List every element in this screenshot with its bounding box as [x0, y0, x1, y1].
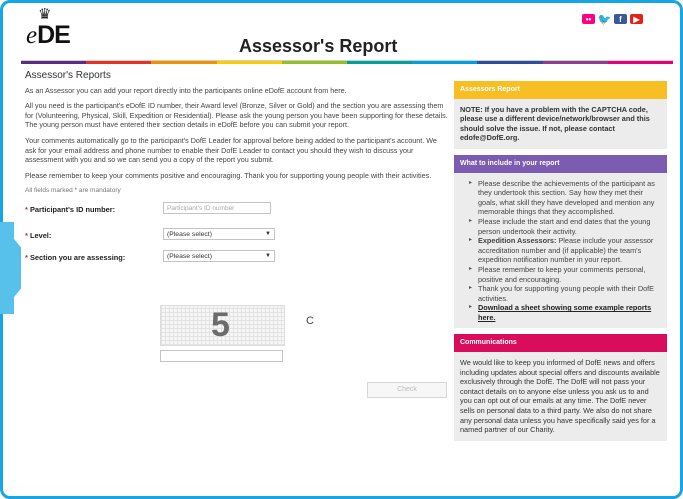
chevron-down-icon: ▼: [265, 230, 271, 237]
include-list: Please describe the achievements of the …: [460, 179, 661, 323]
color-stripe-segment: [216, 61, 282, 64]
color-stripe-segment: [347, 61, 413, 64]
logo-de: DE: [37, 21, 71, 49]
communications-text: We would like to keep you informed of Do…: [454, 352, 667, 441]
section-select[interactable]: (Please select) ▼: [163, 249, 275, 262]
required-star: *: [25, 252, 28, 262]
section-heading: Assessor's Reports: [25, 70, 111, 81]
flickr-icon[interactable]: ••: [582, 14, 595, 24]
list-item: Expedition Assessors: Please include you…: [469, 236, 661, 265]
facebook-icon[interactable]: f: [614, 14, 627, 24]
level-label: * Level:: [25, 231, 51, 241]
chevron-down-icon: ▼: [265, 252, 271, 259]
main-content: Assessor's Reports As an Assessor you ca…: [25, 71, 449, 272]
intro-paragraph-4: Please remember to keep your comments po…: [25, 170, 432, 180]
color-stripe-segment: [607, 61, 673, 64]
level-select[interactable]: (Please select) ▼: [163, 227, 275, 240]
participant-id-label-text: Participant's ID number:: [29, 204, 116, 214]
captcha-digit: 5: [211, 306, 230, 344]
color-stripe-segment: [86, 61, 152, 64]
edofe-logo[interactable]: eDE: [26, 21, 71, 50]
color-stripe: [21, 61, 673, 64]
form-row-level: * Level: (Please select) ▼: [25, 227, 449, 250]
level-select-value: (Please select): [167, 230, 212, 238]
social-links: •• 🐦 f ▶: [582, 14, 643, 26]
what-to-include-panel: Please describe the achievements of the …: [454, 172, 667, 329]
mandatory-prefix: All fields marked: [25, 187, 73, 195]
level-label-text: Level:: [29, 230, 52, 240]
section-select-value: (Please select): [167, 252, 212, 260]
color-stripe-segment: [542, 61, 608, 64]
download-example-link[interactable]: Download a sheet showing some example re…: [478, 303, 651, 322]
color-stripe-segment: [412, 61, 478, 64]
mandatory-note: All fields marked * are mandatory: [25, 186, 449, 196]
color-stripe-segment: [151, 61, 217, 64]
captcha-note: NOTE: If you have a problem with the CAP…: [454, 98, 667, 149]
color-stripe-segment: [21, 61, 87, 64]
expedition-bold: Expedition Assessors:: [478, 236, 557, 246]
logo-e: e: [26, 22, 38, 49]
what-to-include-panel-title: What to include in your report: [454, 154, 667, 173]
section-label-text: Section you are assessing:: [29, 252, 126, 262]
youtube-icon[interactable]: ▶: [630, 14, 643, 24]
list-item: Download a sheet showing some example re…: [469, 303, 661, 322]
communications-panel-title: Communications: [454, 334, 667, 353]
sidebar: Assessors Report NOTE: If you have a pro…: [454, 81, 667, 441]
mandatory-suffix: are mandatory: [78, 187, 121, 195]
section-label: * Section you are assessing:: [25, 253, 125, 263]
color-stripe-segment: [477, 61, 543, 64]
participant-id-input[interactable]: Participant's ID number: [163, 201, 271, 214]
list-item: Please remember to keep your comments pe…: [469, 265, 661, 284]
header: ♛ eDE Assessor's Report •• 🐦 f ▶: [21, 3, 673, 61]
refresh-captcha-icon[interactable]: C: [304, 315, 316, 327]
twitter-icon[interactable]: 🐦: [598, 14, 612, 26]
captcha-input[interactable]: [160, 350, 283, 362]
page: ♛ eDE Assessor's Report •• 🐦 f ▶ Assesso…: [21, 3, 673, 496]
participant-id-label: * Participant's ID number:: [25, 205, 115, 215]
required-star: *: [25, 230, 28, 240]
form-row-id: * Participant's ID number: Participant's…: [25, 201, 449, 224]
intro-paragraph-1: As an Assessor you can add your report d…: [25, 85, 347, 95]
list-item: Please describe the achievements of the …: [469, 179, 661, 217]
form-row-section: * Section you are assessing: (Please sel…: [25, 249, 449, 272]
required-star: *: [74, 187, 78, 195]
required-star: *: [25, 204, 28, 214]
list-item: Thank you for supporting young people wi…: [469, 284, 661, 303]
captcha-image: 5: [160, 305, 285, 346]
intro-paragraph-2: All you need is the participant's eDofE …: [25, 101, 448, 130]
color-stripe-segment: [281, 61, 348, 64]
page-title: Assessor's Report: [239, 36, 398, 56]
intro-paragraph-3: Your comments automatically go to the pa…: [25, 135, 437, 165]
check-button[interactable]: Check: [367, 382, 447, 398]
assessors-report-panel-title: Assessors Report: [454, 81, 667, 99]
list-item: Please include the start and end dates t…: [469, 217, 661, 236]
